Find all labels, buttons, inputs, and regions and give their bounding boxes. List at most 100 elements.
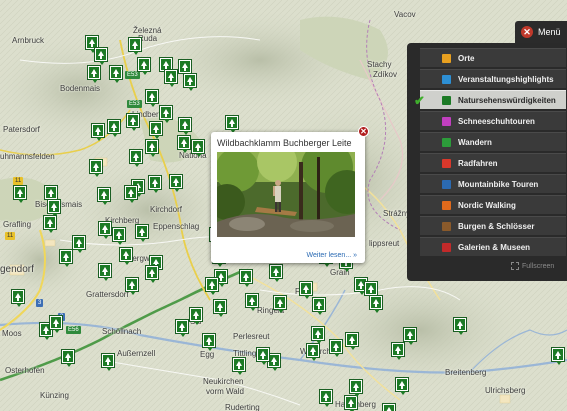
- nature-marker-icon[interactable]: [73, 236, 85, 253]
- menu-item-radfahren[interactable]: Radfahren: [420, 153, 566, 172]
- nature-marker-icon[interactable]: [125, 186, 137, 203]
- nature-marker-icon[interactable]: [90, 160, 102, 177]
- nature-marker-icon[interactable]: [307, 344, 319, 361]
- nature-marker-icon[interactable]: [130, 150, 142, 167]
- popup-photo[interactable]: [217, 152, 355, 237]
- nature-marker-icon[interactable]: [404, 328, 416, 345]
- nature-marker-icon[interactable]: [268, 354, 280, 371]
- nature-marker-icon[interactable]: [108, 120, 120, 137]
- menu-item-veranstaltungshighlights[interactable]: Veranstaltungshighlights: [420, 69, 566, 88]
- nature-marker-icon[interactable]: [330, 340, 342, 357]
- menu-item-burgen-schloesser[interactable]: Burgen & Schlösser: [420, 216, 566, 235]
- nature-marker-icon[interactable]: [257, 348, 269, 365]
- place-label: Ruderting: [225, 403, 260, 411]
- nature-marker-icon[interactable]: [246, 294, 258, 311]
- nature-marker-icon[interactable]: [206, 278, 218, 295]
- nature-marker-icon[interactable]: [192, 140, 204, 157]
- nature-marker-icon[interactable]: [113, 228, 125, 245]
- menu-item-label: Galerien & Museen: [458, 242, 531, 252]
- nature-marker-icon[interactable]: [45, 186, 57, 203]
- nature-marker-icon[interactable]: [150, 122, 162, 139]
- nature-marker-icon[interactable]: [345, 396, 357, 411]
- nature-marker-icon[interactable]: [50, 316, 62, 333]
- nature-marker-icon[interactable]: [160, 106, 172, 123]
- nature-marker-icon[interactable]: [392, 343, 404, 360]
- road-shield: E56: [66, 326, 81, 334]
- marker-tail: [304, 295, 310, 299]
- menu-item-label: Nordic Walking: [458, 200, 516, 210]
- nature-marker-icon[interactable]: [92, 124, 104, 141]
- marker-tail: [218, 313, 224, 317]
- read-more-link[interactable]: Weiter lesen... »: [307, 252, 357, 259]
- nature-marker-icon[interactable]: [88, 66, 100, 83]
- menu-item-mountainbike-touren[interactable]: Mountainbike Touren: [420, 174, 566, 193]
- nature-marker-icon[interactable]: [383, 404, 395, 411]
- marker-tail: [140, 238, 146, 242]
- nature-marker-icon[interactable]: [365, 282, 377, 299]
- nature-marker-icon[interactable]: [346, 333, 358, 350]
- nature-marker-icon[interactable]: [178, 136, 190, 153]
- menu-item-natursehenswuerdigkeiten[interactable]: ✔ Natursehenswürdigkeiten: [414, 90, 566, 109]
- nature-marker-icon[interactable]: [120, 248, 132, 265]
- nature-marker-icon[interactable]: [136, 225, 148, 242]
- nature-marker-icon[interactable]: [226, 116, 238, 133]
- nature-marker-icon[interactable]: [102, 354, 114, 371]
- popup-close-button[interactable]: ✕: [358, 126, 369, 137]
- nature-marker-icon[interactable]: [312, 327, 324, 344]
- nature-marker-icon[interactable]: [149, 176, 161, 193]
- nature-marker-icon[interactable]: [126, 278, 138, 295]
- nature-marker-icon[interactable]: [138, 58, 150, 75]
- nature-marker-icon[interactable]: [62, 350, 74, 367]
- nature-marker-icon[interactable]: [99, 222, 111, 239]
- nature-marker-icon[interactable]: [146, 266, 158, 283]
- nature-marker-icon[interactable]: [396, 378, 408, 395]
- nature-marker-icon[interactable]: [170, 175, 182, 192]
- nature-marker-icon[interactable]: [203, 334, 215, 351]
- nature-marker-icon[interactable]: [110, 66, 122, 83]
- nature-marker-icon[interactable]: [146, 140, 158, 157]
- marker-tail: [150, 153, 156, 157]
- fullscreen-button[interactable]: Fullscreen: [511, 262, 554, 270]
- nature-marker-icon[interactable]: [313, 298, 325, 315]
- menu-item-schneeschuhtouren[interactable]: Schneeschuhtouren: [420, 111, 566, 130]
- nature-marker-icon[interactable]: [99, 264, 111, 281]
- nature-marker-icon[interactable]: [60, 250, 72, 267]
- nature-marker-icon[interactable]: [179, 118, 191, 135]
- nature-marker-icon[interactable]: [129, 38, 141, 55]
- nature-marker-icon[interactable]: [240, 270, 252, 287]
- nature-marker-icon[interactable]: [14, 186, 26, 203]
- nature-marker-icon[interactable]: [127, 114, 139, 131]
- nature-marker-icon[interactable]: [274, 296, 286, 313]
- marker-tail: [350, 346, 356, 350]
- nature-marker-icon[interactable]: [184, 74, 196, 91]
- marker-tail: [112, 133, 118, 137]
- nature-marker-icon[interactable]: [190, 308, 202, 325]
- nature-marker-icon[interactable]: [350, 380, 362, 397]
- menu-item-nordic-walking[interactable]: Nordic Walking: [420, 195, 566, 214]
- nature-marker-icon[interactable]: [454, 318, 466, 335]
- nature-marker-icon[interactable]: [320, 390, 332, 407]
- menu-item-label: Radfahren: [458, 158, 498, 168]
- nature-marker-icon[interactable]: [300, 282, 312, 299]
- nature-marker-icon[interactable]: [370, 296, 382, 313]
- nature-marker-icon[interactable]: [44, 216, 56, 233]
- nature-marker-icon[interactable]: [552, 348, 564, 365]
- menu-item-orte[interactable]: Orte: [420, 48, 566, 67]
- marker-tail: [207, 347, 213, 351]
- nature-marker-icon[interactable]: [270, 265, 282, 282]
- nature-marker-icon[interactable]: [146, 90, 158, 107]
- nature-marker-icon[interactable]: [214, 300, 226, 317]
- nature-marker-icon[interactable]: [176, 320, 188, 337]
- nature-marker-icon[interactable]: [165, 70, 177, 87]
- menu-item-galerien-museen[interactable]: Galerien & Museen: [420, 237, 566, 256]
- category-menu: Orte Veranstaltungshighlights ✔ Naturseh…: [407, 43, 567, 281]
- menu-item-wandern[interactable]: Wandern: [420, 132, 566, 151]
- nature-marker-icon[interactable]: [48, 200, 60, 217]
- nature-marker-icon[interactable]: [12, 290, 24, 307]
- menu-toggle-button[interactable]: ✕ Menü: [515, 21, 567, 43]
- nature-marker-icon[interactable]: [98, 188, 110, 205]
- nature-marker-icon[interactable]: [233, 358, 245, 375]
- nature-marker-icon[interactable]: [95, 48, 107, 65]
- nature-marker-icon[interactable]: [179, 60, 191, 77]
- place-label: Stachy: [367, 60, 392, 69]
